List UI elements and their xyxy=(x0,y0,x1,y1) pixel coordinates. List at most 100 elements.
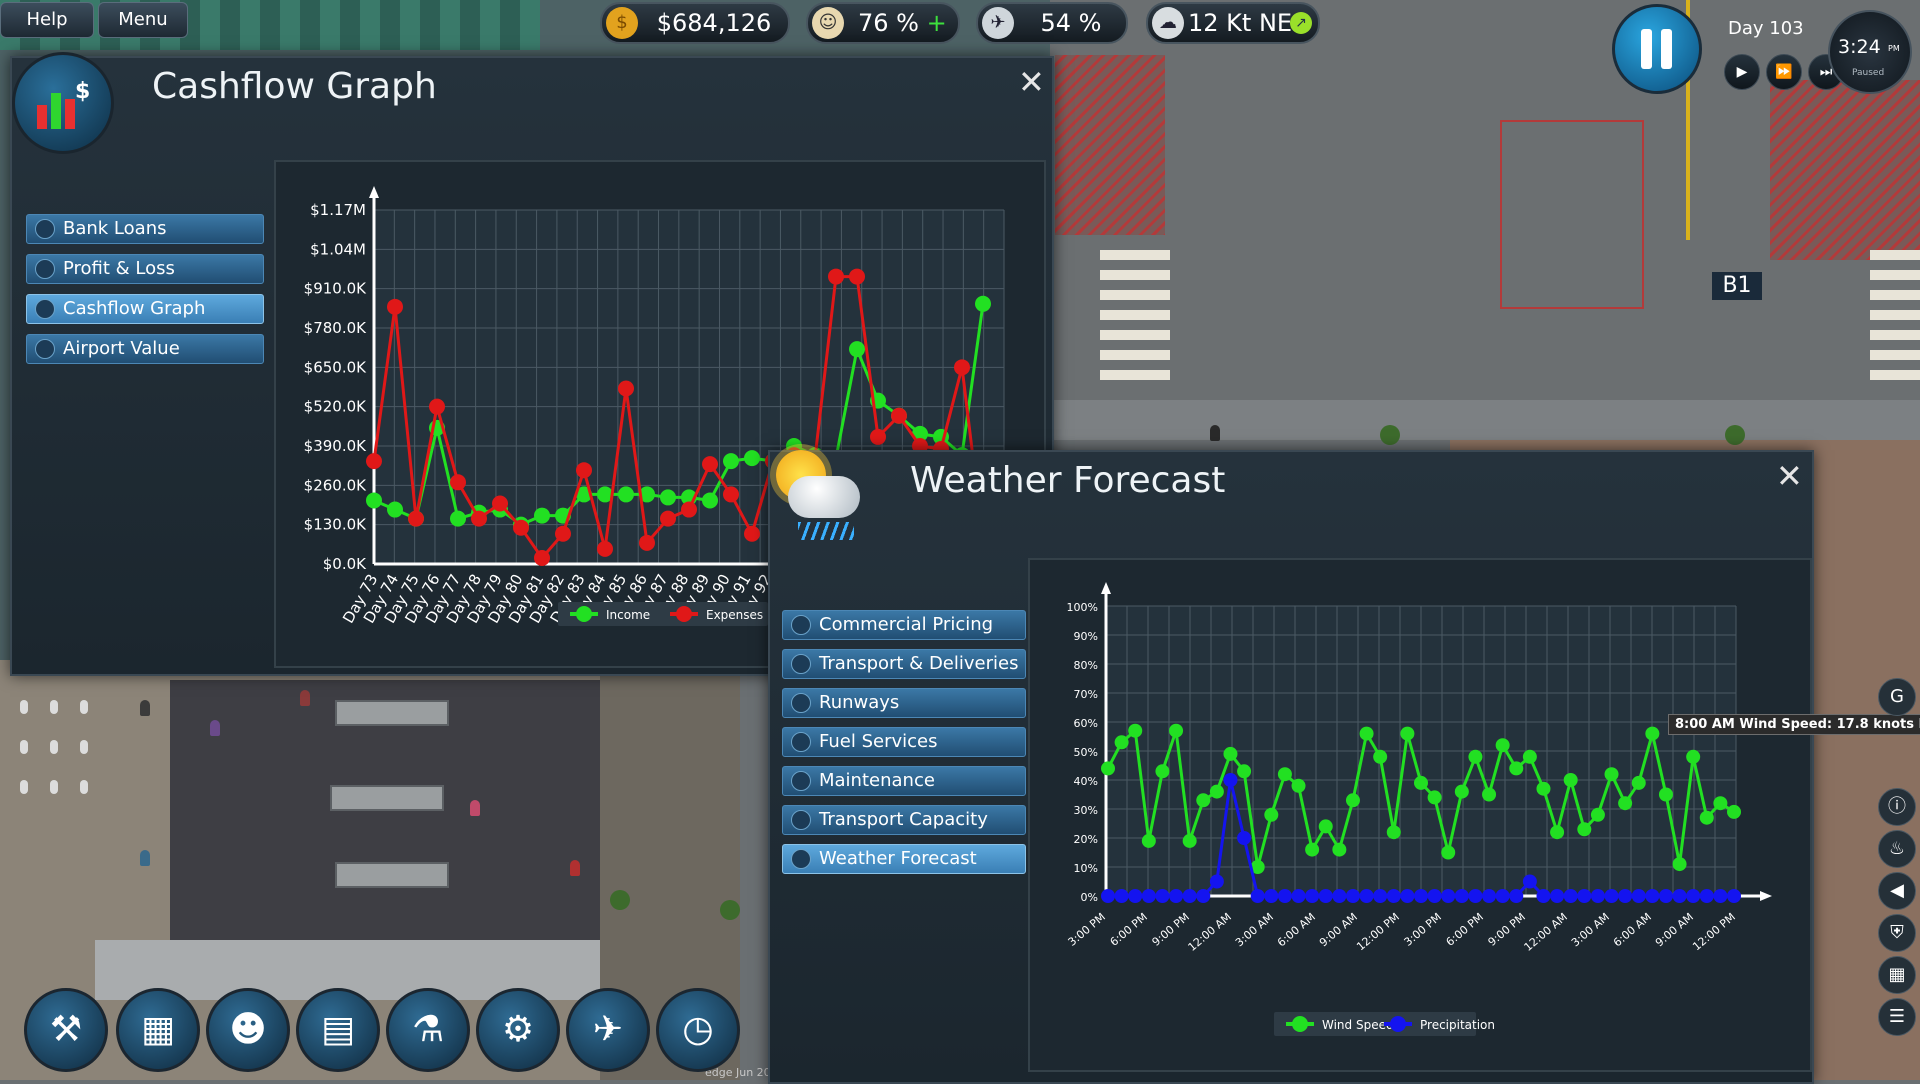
research-microscope-icon[interactable]: ⚗ xyxy=(386,988,470,1072)
flooring-icon[interactable]: ▦ xyxy=(116,988,200,1072)
build-hammer-icon[interactable]: ⚒ xyxy=(24,988,108,1072)
wind-speed-point xyxy=(1468,749,1483,764)
precipitation-point xyxy=(1672,889,1687,903)
play-button[interactable]: ▶ xyxy=(1724,54,1760,90)
ops-menu-transport-deliveries[interactable]: Transport & Deliveries xyxy=(782,649,1026,679)
wind-speed-point xyxy=(1169,723,1184,738)
precipitation-point xyxy=(1631,889,1646,903)
wind-speed-point xyxy=(1209,784,1224,799)
clock-dial: 3:24 PM Paused xyxy=(1828,10,1912,94)
cashflow-close-button[interactable]: ✕ xyxy=(1018,66,1045,98)
chair xyxy=(80,700,88,714)
y-tick-label: $260.0K xyxy=(304,476,367,494)
megaphone-icon[interactable]: ◀ xyxy=(1878,872,1916,910)
money-display[interactable]: $ $684,126 xyxy=(600,2,790,44)
finance-menu-airport-value[interactable]: Airport Value xyxy=(26,334,264,364)
precipitation-point xyxy=(1468,889,1483,903)
wind-speed-point xyxy=(1509,761,1524,776)
schedule-clock-icon[interactable]: ◷ xyxy=(656,988,740,1072)
pause-button[interactable] xyxy=(1612,4,1702,94)
ops-menu-transport-capacity[interactable]: Transport Capacity xyxy=(782,805,1026,835)
fire-icon[interactable]: ♨ xyxy=(1878,830,1916,868)
ops-menu-fuel-services[interactable]: Fuel Services xyxy=(782,727,1026,757)
precipitation-point xyxy=(1604,889,1619,903)
finance-menu-item-icon xyxy=(35,339,55,359)
flights-display[interactable]: ✈ 54 % xyxy=(976,2,1128,44)
wind-speed-point xyxy=(1141,833,1156,848)
satisfaction-display[interactable]: ☺ 76 % + xyxy=(806,2,960,44)
wind-speed-point xyxy=(1550,825,1565,840)
passenger[interactable] xyxy=(210,720,220,736)
help-button[interactable]: Help xyxy=(0,2,94,38)
day-counter: Day 103 xyxy=(1728,18,1804,39)
chair xyxy=(50,700,58,714)
fast-forward-button[interactable]: ⏩ xyxy=(1766,54,1802,90)
flights-value: 54 % xyxy=(1040,9,1102,37)
ops-menu-item-icon xyxy=(791,693,811,713)
precipitation-point xyxy=(1305,889,1320,903)
precipitation-legend-label: Precipitation xyxy=(1420,1018,1495,1032)
y-tick-label: 80% xyxy=(1074,659,1098,672)
expenses-point xyxy=(849,268,865,285)
wind-speed-point xyxy=(1454,784,1469,799)
expenses-point xyxy=(618,380,634,397)
precipitation-point xyxy=(1237,831,1252,845)
ops-menu-maintenance[interactable]: Maintenance xyxy=(782,766,1026,796)
expenses-point xyxy=(366,453,382,470)
info-icon[interactable]: ⓘ xyxy=(1878,788,1916,826)
passenger[interactable] xyxy=(1210,425,1220,441)
precipitation-point xyxy=(1373,889,1388,903)
finance-menu-profit-loss[interactable]: Profit & Loss xyxy=(26,254,264,284)
finance-menu-bank-loans[interactable]: Bank Loans xyxy=(26,214,264,244)
ops-menu-weather-forecast[interactable]: Weather Forecast xyxy=(782,844,1026,874)
wind-speed-point xyxy=(1386,825,1401,840)
shield-icon[interactable]: ⛨ xyxy=(1878,914,1916,952)
passenger[interactable] xyxy=(140,700,150,716)
wind-speed-point xyxy=(1318,819,1333,834)
finance-icon[interactable]: ▤ xyxy=(296,988,380,1072)
precipitation-point xyxy=(1658,889,1673,903)
expenses-legend-swatch xyxy=(676,606,692,622)
ops-menu-commercial-pricing[interactable]: Commercial Pricing xyxy=(782,610,1026,640)
wind-speed-point xyxy=(1291,778,1306,793)
x-tick-label: 3:00 AM xyxy=(1233,910,1276,949)
y-tick-label: 40% xyxy=(1074,775,1098,788)
settings-sliders-icon[interactable]: ☰ xyxy=(1878,998,1916,1036)
wind-speed-point xyxy=(1128,723,1143,738)
operations-gear-icon[interactable]: ⚙ xyxy=(476,988,560,1072)
weather-close-button[interactable]: ✕ xyxy=(1776,460,1803,492)
passenger[interactable] xyxy=(140,850,150,866)
expenses-point xyxy=(681,501,697,518)
passenger[interactable] xyxy=(300,690,310,706)
weather-sun-cloud-icon xyxy=(758,446,868,556)
precipitation-point xyxy=(1155,889,1170,903)
weather-chart-panel: 0% 10% 20% 30% 40% 50% 60% 70% 80% 90% 100% 3:00 PM… xyxy=(1028,558,1812,1072)
passenger[interactable] xyxy=(470,800,480,816)
passenger[interactable] xyxy=(570,860,580,876)
menu-button[interactable]: Menu xyxy=(98,2,188,38)
wind-speed-point xyxy=(1414,775,1428,790)
passenger-face-icon: ☺ xyxy=(812,7,844,39)
chair xyxy=(80,740,88,754)
flights-airplane-icon[interactable]: ✈ xyxy=(566,988,650,1072)
expenses-point xyxy=(723,486,739,503)
finance-menu-cashflow-graph[interactable]: Cashflow Graph xyxy=(26,294,264,324)
precipitation-point xyxy=(1495,889,1510,903)
y-tick-label: $390.0K xyxy=(304,437,367,455)
expenses-point xyxy=(387,298,403,315)
chair xyxy=(20,700,28,714)
wind-speed-legend-label: Wind Speed xyxy=(1322,1018,1394,1032)
x-tick-label: 12:00 AM xyxy=(1522,910,1570,954)
wind-speed-point xyxy=(1182,833,1197,848)
income-point xyxy=(702,492,718,509)
finance-menu-item-label: Bank Loans xyxy=(63,218,167,239)
ops-menu-runways[interactable]: Runways xyxy=(782,688,1026,718)
wind-speed-point xyxy=(1699,810,1714,825)
y-tick-label: 100% xyxy=(1067,601,1098,614)
precipitation-point xyxy=(1114,889,1129,903)
precipitation-point xyxy=(1536,889,1551,903)
wind-display[interactable]: ☁ 12 Kt NE ↗ xyxy=(1146,2,1320,44)
zones-grid-icon[interactable]: ▦ xyxy=(1878,956,1916,994)
grid-toggle-button[interactable]: G xyxy=(1878,678,1916,716)
staff-icon[interactable]: ☻ xyxy=(206,988,290,1072)
